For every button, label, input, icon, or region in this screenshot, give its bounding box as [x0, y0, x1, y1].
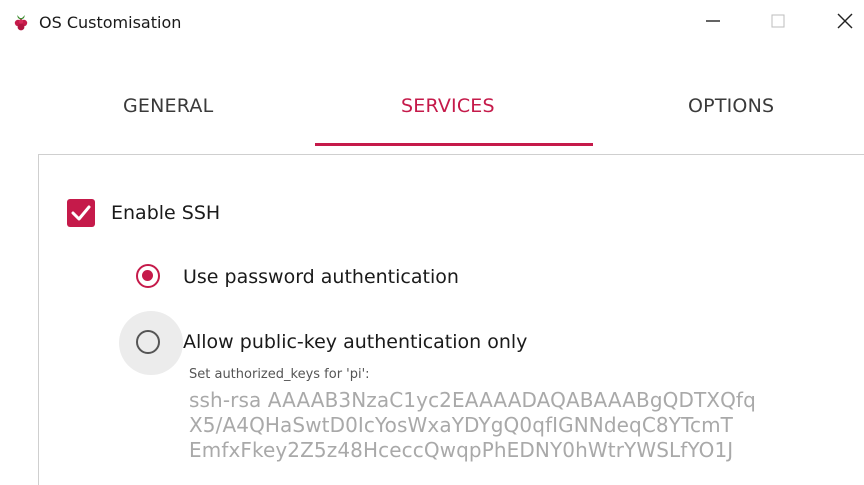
tab-services[interactable]: SERVICES: [401, 95, 495, 117]
tab-general[interactable]: GENERAL: [123, 95, 213, 117]
tab-bar: GENERAL SERVICES OPTIONS: [38, 44, 864, 154]
maximize-button[interactable]: [755, 6, 801, 40]
authorized-keys-line: X5/A4QHaSwtD0IcYosWxaYDYgQ0qfIGNNdeqC8YT…: [189, 413, 733, 437]
radio-selected-dot: [142, 270, 153, 281]
authorized-keys-textarea[interactable]: ssh-rsa AAAAB3NzaC1yc2EAAAADAQABAAABgQDT…: [189, 388, 861, 485]
public-key-auth-label[interactable]: Allow public-key authentication only: [183, 331, 527, 353]
password-auth-radio[interactable]: [136, 264, 160, 288]
authorized-keys-line: EmfxFkey2Z5z48HceccQwqpPhEDNY0hWtrYWSLfY…: [189, 438, 734, 462]
close-button[interactable]: [822, 6, 864, 40]
minimize-button[interactable]: [690, 6, 736, 40]
close-icon: [836, 12, 854, 35]
window-title: OS Customisation: [39, 13, 182, 32]
authorized-keys-caption: Set authorized_keys for 'pi':: [189, 367, 370, 382]
minimize-icon: [705, 13, 721, 34]
tab-options[interactable]: OPTIONS: [688, 95, 774, 117]
password-auth-label[interactable]: Use password authentication: [183, 266, 459, 288]
title-bar: OS Customisation: [0, 0, 864, 44]
enable-ssh-checkbox[interactable]: [67, 199, 95, 227]
enable-ssh-label[interactable]: Enable SSH: [111, 202, 220, 224]
os-customisation-window: OS Customisation GENERAL SERVICES OPTION…: [0, 0, 864, 485]
authorized-keys-line: ssh-rsa AAAAB3NzaC1yc2EAAAADAQABAAABgQDT…: [189, 388, 756, 412]
public-key-auth-radio[interactable]: [136, 330, 160, 354]
active-tab-indicator: [315, 143, 593, 146]
raspberry-pi-icon: [11, 12, 31, 32]
maximize-icon: [770, 13, 786, 34]
